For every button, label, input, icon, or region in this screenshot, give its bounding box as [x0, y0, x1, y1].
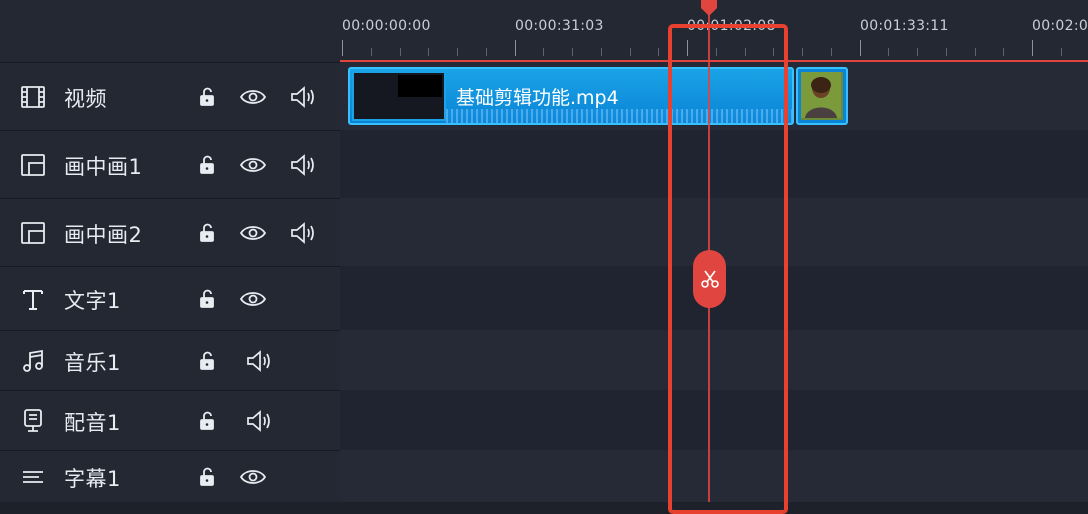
ruler-tick	[658, 48, 659, 56]
microphone-icon	[18, 406, 48, 436]
ruler-tick	[1032, 40, 1033, 56]
timecode-label: 00:00:00:00	[342, 18, 431, 34]
image-thumbnail	[801, 72, 843, 120]
visibility-eye-icon[interactable]	[238, 284, 268, 314]
music-icon	[18, 346, 48, 376]
ruler-tick	[400, 48, 401, 56]
lock-icon[interactable]	[192, 346, 222, 376]
ruler-tick	[601, 48, 602, 56]
pip-icon	[18, 218, 48, 248]
split-button[interactable]	[693, 250, 726, 308]
lock-icon[interactable]	[192, 406, 222, 436]
track-header[interactable]: 画中画1	[0, 130, 340, 199]
timecode-label: 00:02:0	[1032, 18, 1088, 34]
image-clip[interactable]	[796, 67, 848, 125]
volume-icon[interactable]	[288, 82, 318, 112]
visibility-eye-icon[interactable]	[238, 218, 268, 248]
ruler-tick	[975, 48, 976, 56]
lock-icon[interactable]	[192, 218, 222, 248]
track-header[interactable]: 文字1	[0, 266, 340, 331]
clip-title: 基础剪辑功能.mp4	[456, 87, 619, 109]
volume-icon[interactable]	[244, 406, 274, 436]
lock-icon[interactable]	[192, 462, 222, 492]
film-icon	[18, 82, 48, 112]
ruler-tick	[371, 48, 372, 56]
scissors-icon	[700, 270, 719, 288]
track-lane-subtitle[interactable]	[340, 450, 1088, 502]
ruler-tick	[486, 48, 487, 56]
track-label: 视频	[64, 87, 107, 111]
playhead-marker-icon[interactable]	[699, 0, 719, 16]
track-label: 字幕1	[64, 467, 121, 491]
track-header[interactable]: 配音1	[0, 390, 340, 451]
track-lane-voiceover[interactable]	[340, 390, 1088, 450]
visibility-eye-icon[interactable]	[238, 150, 268, 180]
ruler-tick	[745, 48, 746, 56]
ruler-tick	[572, 48, 573, 56]
ruler-tick	[716, 48, 717, 56]
track-header[interactable]: 音乐1	[0, 330, 340, 391]
visibility-eye-icon[interactable]	[238, 462, 268, 492]
track-lane-music[interactable]	[340, 330, 1088, 390]
ruler-tick	[831, 48, 832, 56]
ruler-tick	[860, 40, 861, 56]
ruler-tick	[457, 48, 458, 56]
track-header[interactable]: 字幕1	[0, 450, 340, 503]
ruler-tick	[543, 48, 544, 56]
lock-icon[interactable]	[192, 284, 222, 314]
ruler-tick	[515, 40, 516, 56]
volume-icon[interactable]	[288, 218, 318, 248]
timecode-label: 00:01:02:08	[687, 18, 776, 34]
ruler-tick	[773, 48, 774, 56]
video-clip[interactable]: 基础剪辑功能.mp4	[348, 67, 794, 125]
ruler-tick	[888, 48, 889, 56]
ruler-tick	[946, 48, 947, 56]
volume-icon[interactable]	[288, 150, 318, 180]
timecode-label: 00:01:33:11	[860, 18, 949, 34]
ruler-tick	[687, 40, 688, 56]
clip-thumbnail	[352, 71, 446, 121]
lock-icon[interactable]	[192, 150, 222, 180]
ruler-tick	[630, 48, 631, 56]
pip-icon	[18, 150, 48, 180]
track-label: 音乐1	[64, 351, 121, 375]
track-header[interactable]: 视频	[0, 62, 340, 131]
track-label: 配音1	[64, 411, 121, 435]
track-header[interactable]: 画中画2	[0, 198, 340, 267]
ruler-tick	[1003, 48, 1004, 56]
track-label: 文字1	[64, 289, 121, 313]
audio-waveform	[446, 109, 792, 123]
volume-icon[interactable]	[244, 346, 274, 376]
ruler-tick	[342, 40, 343, 56]
subtitle-icon	[18, 462, 48, 492]
track-lane-pip1[interactable]	[340, 130, 1088, 198]
visibility-eye-icon[interactable]	[238, 82, 268, 112]
lock-icon[interactable]	[192, 82, 222, 112]
ruler-tick	[1061, 48, 1062, 56]
timecode-label: 00:00:31:03	[515, 18, 604, 34]
track-label: 画中画2	[64, 223, 143, 247]
ruler-tick	[917, 48, 918, 56]
track-label: 画中画1	[64, 155, 143, 179]
ruler-tick	[802, 48, 803, 56]
ruler-tick	[428, 48, 429, 56]
text-icon	[18, 284, 48, 314]
timeline-corner	[0, 0, 340, 62]
